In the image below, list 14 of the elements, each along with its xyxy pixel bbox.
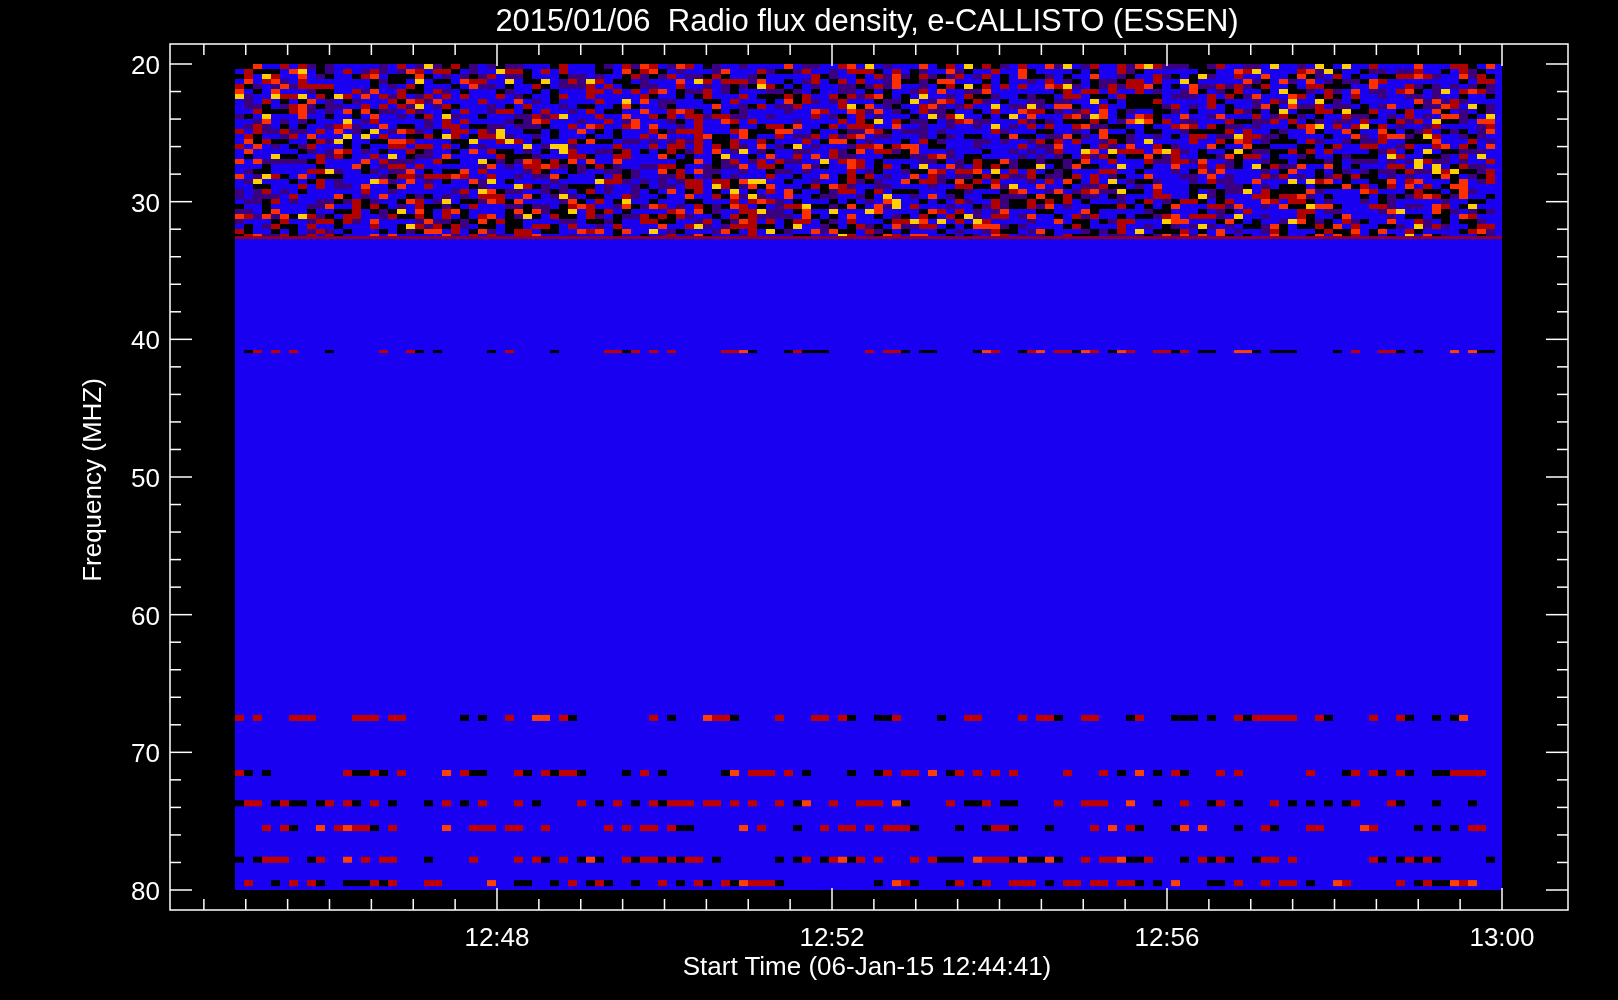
y-tick-label: 60: [131, 600, 160, 631]
x-axis-label: Start Time (06-Jan-15 12:44:41): [682, 951, 1052, 981]
x-tick-label: 13:00: [1469, 922, 1535, 952]
x-tick-label: 12:48: [464, 922, 530, 952]
y-tick-label: 20: [131, 50, 160, 80]
x-tick-label: 12:56: [1134, 922, 1200, 952]
y-tick-label: 30: [131, 187, 160, 218]
y-tick-label: 50: [131, 463, 160, 493]
y-axis-label: Frequency (MHZ): [77, 378, 107, 582]
y-tick-label: 40: [131, 325, 160, 356]
x-tick-label: 12:52: [799, 922, 865, 952]
y-tick-label: 70: [131, 738, 160, 769]
y-tick-label: 80: [131, 876, 160, 906]
chart-title: 2015/01/06 Radio flux density, e-CALLISTO (ESSEN): [495, 3, 1239, 38]
